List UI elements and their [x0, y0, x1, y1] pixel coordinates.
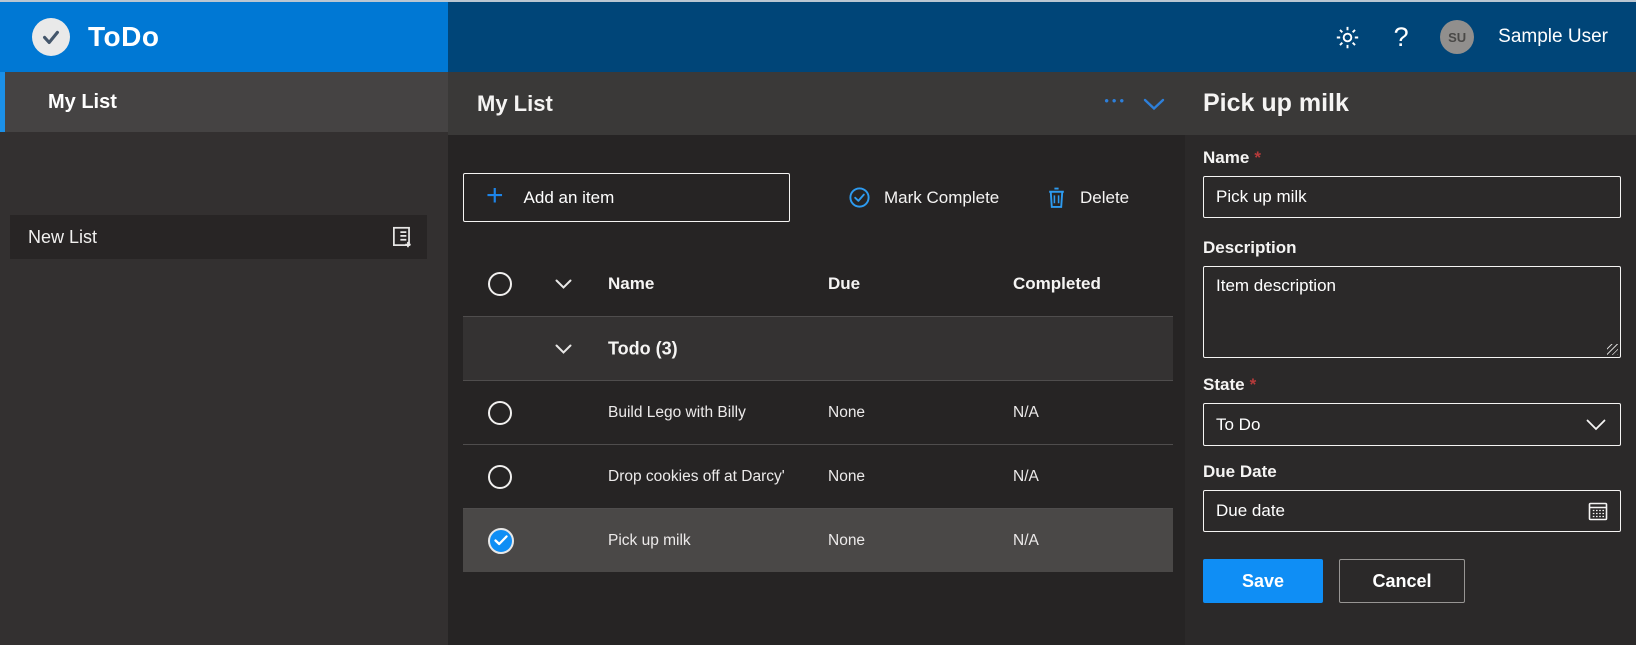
item-due: None [828, 468, 865, 486]
due-date-field-label: Due Date [1203, 462, 1621, 482]
description-value: Item description [1216, 276, 1336, 295]
add-item-button[interactable]: + Add an item [463, 173, 790, 222]
resize-grip[interactable] [1607, 344, 1618, 355]
mark-complete-label: Mark Complete [884, 188, 999, 208]
form-buttons: Save Cancel [1203, 559, 1621, 603]
detail-header: Pick up milk [1185, 72, 1636, 135]
table-row-selected[interactable]: Pick up milk None N/A [463, 508, 1173, 572]
select-all-radio[interactable] [488, 272, 512, 296]
dropdown-chevron-icon [1586, 419, 1606, 431]
mark-complete-button[interactable]: Mark Complete [848, 173, 999, 222]
help-glyph: ? [1394, 22, 1409, 53]
user-avatar[interactable]: SU [1440, 20, 1474, 54]
row-select-radio[interactable] [488, 465, 512, 489]
expand-all-chevron-icon[interactable] [555, 279, 572, 290]
app-title: ToDo [88, 21, 159, 53]
trash-icon [1046, 186, 1067, 209]
calendar-icon[interactable] [1586, 499, 1610, 523]
item-due: None [828, 532, 865, 550]
sidebar-item-my-list[interactable]: My List [0, 72, 448, 132]
table-row[interactable]: Drop cookies off at Darcy' None N/A [463, 444, 1173, 508]
sidebar-item-label: My List [48, 91, 117, 114]
item-completed: N/A [1013, 404, 1039, 422]
state-field-label: State * [1203, 375, 1621, 395]
cancel-button[interactable]: Cancel [1339, 559, 1465, 603]
column-header-completed[interactable]: Completed [1013, 274, 1101, 294]
item-completed: N/A [1013, 532, 1039, 550]
name-label-text: Name [1203, 148, 1249, 167]
group-label: Todo (3) [608, 338, 678, 359]
new-list-button[interactable]: New List [10, 215, 427, 259]
due-date-field[interactable] [1203, 490, 1621, 532]
description-field[interactable]: Item description [1203, 266, 1621, 358]
state-dropdown[interactable]: To Do [1203, 403, 1621, 446]
collapse-chevron-icon[interactable] [1143, 97, 1165, 111]
help-icon[interactable]: ? [1386, 22, 1416, 52]
item-name: Drop cookies off at Darcy' [608, 468, 785, 486]
delete-label: Delete [1080, 188, 1129, 208]
column-header-due[interactable]: Due [828, 274, 860, 294]
due-date-field-wrap [1203, 490, 1621, 532]
required-asterisk: * [1250, 375, 1257, 394]
items-table: Name Due Completed Todo (3) Build Lego w… [463, 252, 1173, 572]
name-field[interactable] [1203, 176, 1621, 218]
save-button[interactable]: Save [1203, 559, 1323, 603]
topbar-actions: ? SU Sample User [1332, 2, 1636, 72]
description-field-label: Description [1203, 238, 1621, 258]
delete-button[interactable]: Delete [1046, 173, 1129, 222]
list-panel-title: My List [477, 91, 553, 117]
list-panel-header: My List ••• [448, 72, 1185, 135]
user-name: Sample User [1498, 26, 1608, 48]
column-header-name[interactable]: Name [608, 274, 654, 294]
app-logo-check-icon [32, 18, 70, 56]
required-asterisk: * [1254, 148, 1261, 167]
list-panel: My List ••• + Add an item Mark Complete [448, 72, 1185, 645]
list-header-icons: ••• [1104, 94, 1165, 113]
todo-app: ToDo ? SU Sample User My List New List [0, 0, 1636, 645]
detail-form: Name * Description Item description State… [1185, 135, 1636, 603]
row-selected-radio-checked-icon[interactable] [488, 528, 514, 554]
circle-check-icon [848, 186, 871, 209]
item-due: None [828, 404, 865, 422]
item-name: Build Lego with Billy [608, 404, 746, 422]
add-list-icon[interactable] [389, 224, 415, 250]
table-row[interactable]: Build Lego with Billy None N/A [463, 380, 1173, 444]
state-dropdown-value: To Do [1216, 415, 1260, 435]
group-chevron-icon[interactable] [555, 343, 572, 354]
settings-gear-icon[interactable] [1332, 22, 1362, 52]
plus-icon: + [486, 181, 504, 211]
avatar-initials: SU [1448, 30, 1466, 45]
lists-sidebar: My List New List [0, 72, 448, 645]
state-label-text: State [1203, 375, 1245, 394]
list-toolbar: + Add an item Mark Complete D [448, 173, 1185, 222]
top-bar: ToDo ? SU Sample User [0, 0, 1636, 72]
item-detail-panel: Pick up milk Name * Description Item desc… [1185, 72, 1636, 645]
item-name: Pick up milk [608, 532, 691, 550]
detail-title: Pick up milk [1203, 89, 1349, 118]
new-list-label: New List [28, 227, 97, 248]
app-branding: ToDo [0, 2, 448, 72]
group-row-todo[interactable]: Todo (3) [463, 316, 1173, 380]
item-completed: N/A [1013, 468, 1039, 486]
add-item-label: Add an item [524, 188, 615, 208]
table-header-row: Name Due Completed [463, 252, 1173, 316]
overflow-menu-icon[interactable]: ••• [1104, 94, 1127, 113]
row-select-radio[interactable] [488, 401, 512, 425]
name-field-label: Name * [1203, 148, 1621, 168]
